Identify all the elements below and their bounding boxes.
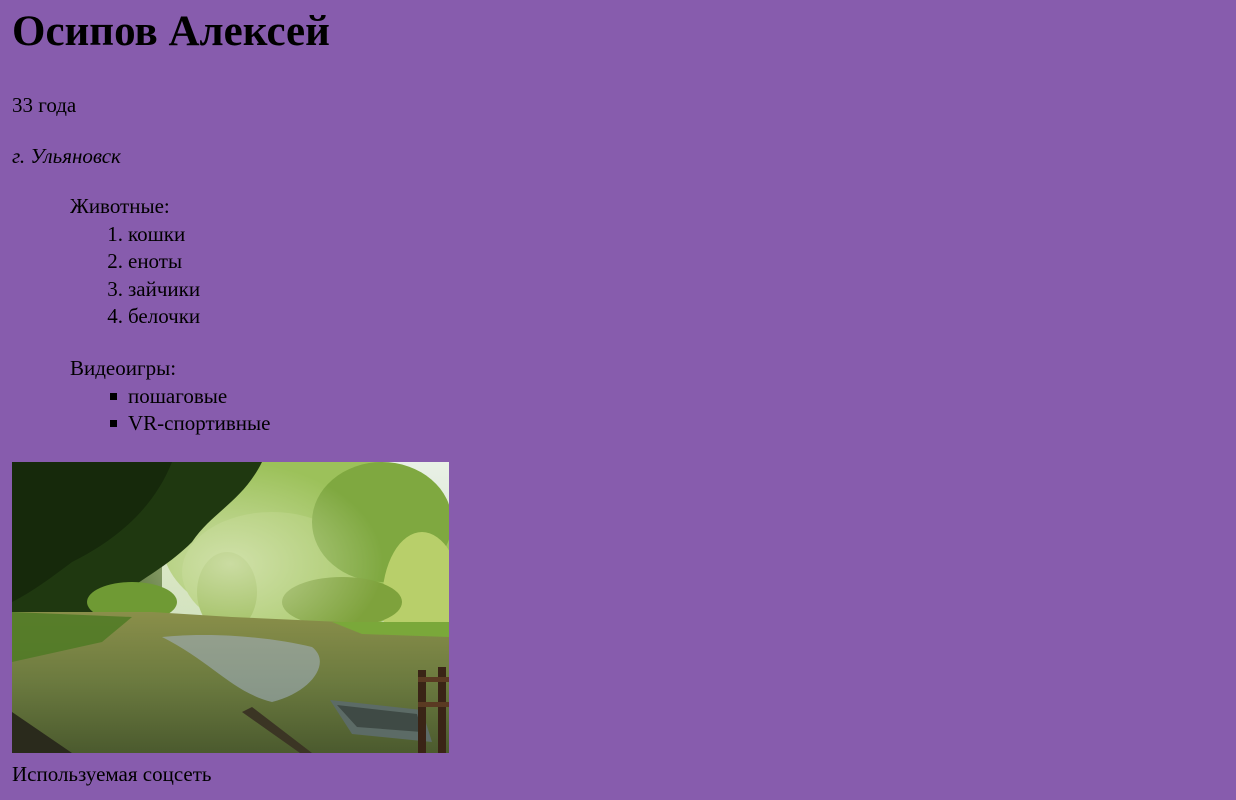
square-bullet-icon xyxy=(110,392,117,400)
list-number: 3. xyxy=(107,276,123,301)
list-item: пошаговые xyxy=(70,383,270,411)
list-item-label: кошки xyxy=(128,221,186,246)
list-item-label: VR-спортивные xyxy=(128,411,271,435)
animals-list: 1. кошки 2. еноты 3. зайчики 4. белочки xyxy=(70,221,200,331)
city-text: г. Ульяновск xyxy=(12,144,121,168)
list-item-label: зайчики xyxy=(128,276,201,301)
animals-section: Животные: 1. кошки 2. еноты 3. зайчики 4… xyxy=(70,193,200,331)
list-item: 3. зайчики xyxy=(70,276,200,304)
games-section: Видеоигры: пошаговые VR-спортивные xyxy=(70,355,270,438)
list-item-label: еноты xyxy=(128,249,183,273)
list-number: 2. xyxy=(107,249,123,273)
social-network-label: Используемая соцсеть xyxy=(12,762,212,786)
list-item-label: пошаговые xyxy=(128,383,228,408)
list-item-label: белочки xyxy=(128,304,201,328)
animals-title: Животные: xyxy=(70,194,170,218)
games-title: Видеоигры: xyxy=(70,356,177,380)
park-pond-photo xyxy=(12,462,449,753)
age-text: 33 года xyxy=(12,93,77,117)
list-item: 1. кошки xyxy=(70,221,200,249)
list-item: 2. еноты xyxy=(70,248,200,276)
page-title: Осипов Алексей xyxy=(12,8,330,55)
list-item: VR-спортивные xyxy=(70,410,270,438)
games-list: пошаговые VR-спортивные xyxy=(70,383,270,438)
list-number: 4. xyxy=(107,304,123,328)
list-number: 1. xyxy=(107,221,123,246)
square-bullet-icon xyxy=(110,420,117,427)
list-item: 4. белочки xyxy=(70,303,200,331)
